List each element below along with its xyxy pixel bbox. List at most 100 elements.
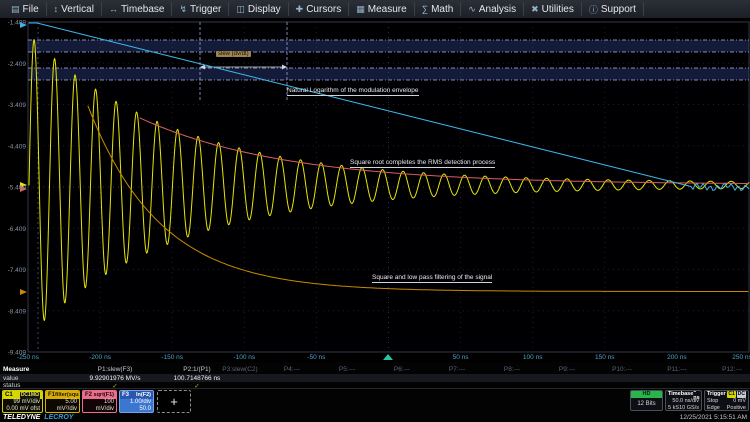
param-header-p5[interactable]: P5:---: [339, 366, 355, 373]
menu-item-utilities[interactable]: ✖ Utilities: [524, 2, 582, 16]
brand-logo: TELEDYNE LECROY: [3, 414, 73, 421]
hd-label: HD: [643, 391, 651, 398]
trigger-type: Edge: [707, 405, 720, 412]
f3-tdiv: 50.0 ns/div: [122, 406, 151, 413]
x-axis-label: -50 ns: [307, 354, 326, 361]
menu-item-file[interactable]: ▤ File: [4, 2, 47, 16]
x-axis-label: -200 ns: [89, 354, 111, 361]
menu-item-measure[interactable]: ▦ Measure: [349, 2, 414, 16]
menu-item-vertical[interactable]: ↕ Vertical: [47, 2, 102, 16]
trigger-coupling-badge: DC: [737, 391, 746, 398]
timebase-rate: 10 GS/s: [679, 405, 699, 412]
menu-item-display[interactable]: ◫ Display: [229, 2, 288, 16]
timebase-samples: 5 kS: [668, 405, 679, 412]
x-axis-label: 50 ns: [453, 354, 470, 361]
menu-item-trigger[interactable]: ↯ Trigger: [172, 2, 229, 16]
menu-item-icon: ✚: [296, 4, 304, 15]
x-axis-label: 150 ns: [595, 354, 615, 361]
f2-vdiv: 100 mV/div: [85, 399, 114, 413]
brand-teledyne: TELEDYNE: [3, 414, 40, 421]
waveform-display[interactable]: -250 ns-200 ns-150 ns-100 ns-50 ns50 ns1…: [0, 0, 750, 362]
math-descriptor-f3-selected[interactable]: F3 ln(F2) 1.00/div 50.0 ns/div: [119, 390, 154, 413]
y-axis-label: -2.409: [8, 61, 27, 68]
trigger-slope: Positive: [727, 405, 746, 412]
value-row-label: value: [3, 375, 19, 382]
param-header-p9[interactable]: P9:---: [559, 366, 575, 373]
timebase-box[interactable]: Timebase 0 ns 50.0 ns/div 5 kS 10 GS/s: [665, 390, 702, 411]
menu-item-timebase[interactable]: ↔ Timebase: [102, 2, 173, 16]
menu-item-icon: ⓘ: [589, 3, 598, 16]
math-descriptor-f1[interactable]: F1 filter(squa 5.00 mV²/div 50.0 ns/div: [45, 390, 80, 413]
trigger-box[interactable]: Trigger C1 DC Stop 0 mV Edge Positive: [704, 390, 749, 411]
c1-vdiv: 99 mV/div: [5, 399, 40, 406]
menu-item-icon: ▤: [11, 4, 20, 15]
channel-descriptor-c1[interactable]: C1 DC1MΩ 99 mV/div 0.00 mV ofst 85.587 k…: [2, 390, 43, 413]
measure-row-label: Measure: [3, 366, 29, 373]
trace-annotation: Square root completes the RMS detection …: [350, 159, 495, 168]
f2-function: sqrt(F1): [94, 392, 114, 399]
menu-item-icon: ↔: [109, 4, 118, 14]
waveform-grid[interactable]: -250 ns-200 ns-150 ns-100 ns-50 ns50 ns1…: [0, 0, 750, 362]
param-header-p8[interactable]: P8:---: [504, 366, 520, 373]
y-axis-label: -3.409: [8, 102, 27, 109]
menu-item-cursors[interactable]: ✚ Cursors: [289, 2, 350, 16]
menu-item-icon: ↕: [54, 4, 59, 14]
param-header-p4[interactable]: P4:---: [284, 366, 300, 373]
f1-vdiv: 5.00 mV²/div: [48, 399, 77, 413]
menu-item-icon: ∑: [422, 4, 428, 14]
y-axis-label: -1.409: [8, 20, 27, 27]
menu-item-label: Math: [431, 4, 453, 15]
x-axis-label: 200 ns: [667, 354, 687, 361]
y-axis-label: -7.409: [8, 267, 27, 274]
timebase-title: Timebase: [668, 391, 693, 398]
menu-bar: ▤ File ↕ Vertical ↔ Timebase ↯ Trigger ◫…: [0, 0, 750, 18]
menu-item-label: Trigger: [190, 4, 221, 15]
panel-divider: [0, 388, 750, 389]
trigger-source-badge: C1: [727, 391, 735, 398]
menu-item-analysis[interactable]: ∿ Analysis: [461, 2, 524, 16]
menu-item-label: Utilities: [542, 4, 574, 15]
trace-annotation: Natural Logarithm of the modulation enve…: [287, 87, 419, 96]
c1-offset: 0.00 mV ofst: [5, 406, 40, 413]
menu-item-icon: ✖: [531, 4, 539, 15]
param-value-p2: 100.7148766 ns: [174, 375, 221, 382]
menu-item-icon: ▦: [356, 4, 365, 15]
f1-label: F1: [48, 392, 55, 399]
param-header-p10[interactable]: P10:---: [612, 366, 632, 373]
y-axis-label: -6.409: [8, 226, 27, 233]
trace-annotation: Square and low pass filtering of the sig…: [372, 274, 492, 283]
param-header-p2[interactable]: P2:1/(P1): [183, 366, 210, 373]
f1-function: filter(squa: [55, 392, 80, 399]
status-panel: Measure value status P1:slew(F3)9.929019…: [0, 362, 750, 422]
menu-item-label: Analysis: [479, 4, 516, 15]
param-header-p7[interactable]: P7:---: [449, 366, 465, 373]
math-descriptor-f2[interactable]: F2 sqrt(F1) 100 mV/div 50.0 ns/div: [82, 390, 117, 413]
menu-item-label: Display: [248, 4, 281, 15]
hd-bits: 12 Bits: [637, 401, 655, 408]
y-axis-label: -9.409: [8, 350, 27, 357]
plus-icon: +: [170, 398, 178, 405]
param-header-p3[interactable]: P3:slew(C2): [222, 366, 257, 373]
brand-lecroy: LECROY: [44, 414, 73, 421]
menu-item-label: Cursors: [306, 4, 341, 15]
menu-item-label: File: [23, 4, 39, 15]
menu-item-math[interactable]: ∑ Math: [415, 2, 462, 16]
trigger-title: Trigger: [707, 391, 726, 398]
hd-resolution-box[interactable]: HD 12 Bits: [630, 390, 663, 411]
param-header-p1[interactable]: P1:slew(F3): [98, 366, 133, 373]
param-header-p11[interactable]: P11:---: [667, 366, 686, 373]
menu-item-support[interactable]: ⓘ Support: [582, 2, 644, 16]
add-trace-button[interactable]: +: [157, 390, 191, 413]
slew-cursor-label[interactable]: slew (dv/dt): [216, 51, 251, 57]
datetime-stamp: 12/25/2021 5:15:51 AM: [680, 414, 747, 421]
param-header-p12[interactable]: P12:---: [722, 366, 742, 373]
y-axis-label: -4.409: [8, 143, 27, 150]
menu-item-label: Vertical: [61, 4, 94, 15]
f3-function: ln(F2): [136, 392, 151, 399]
x-axis-label: -100 ns: [233, 354, 255, 361]
param-header-p6[interactable]: P6:---: [394, 366, 410, 373]
x-axis-label: 100 ns: [523, 354, 543, 361]
y-axis-label: -8.409: [8, 308, 27, 315]
f3-vdiv: 1.00/div: [122, 399, 151, 406]
f2-label: F2: [85, 392, 92, 399]
